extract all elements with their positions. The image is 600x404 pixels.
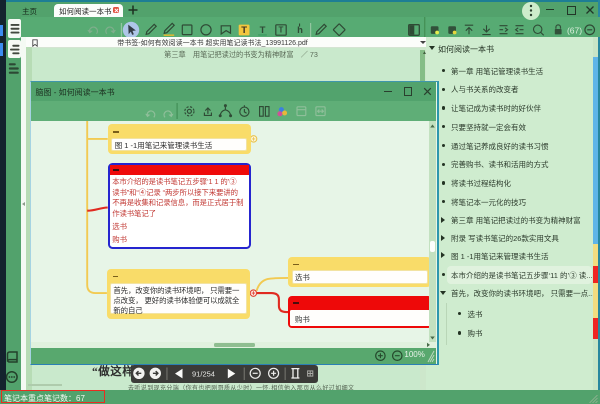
svg-text:91/254: 91/254 (192, 370, 215, 379)
svg-text:h: h (297, 25, 303, 36)
svg-text:T: T (279, 26, 284, 35)
svg-text:(67): (67) (567, 25, 582, 35)
svg-text:T: T (241, 25, 247, 36)
